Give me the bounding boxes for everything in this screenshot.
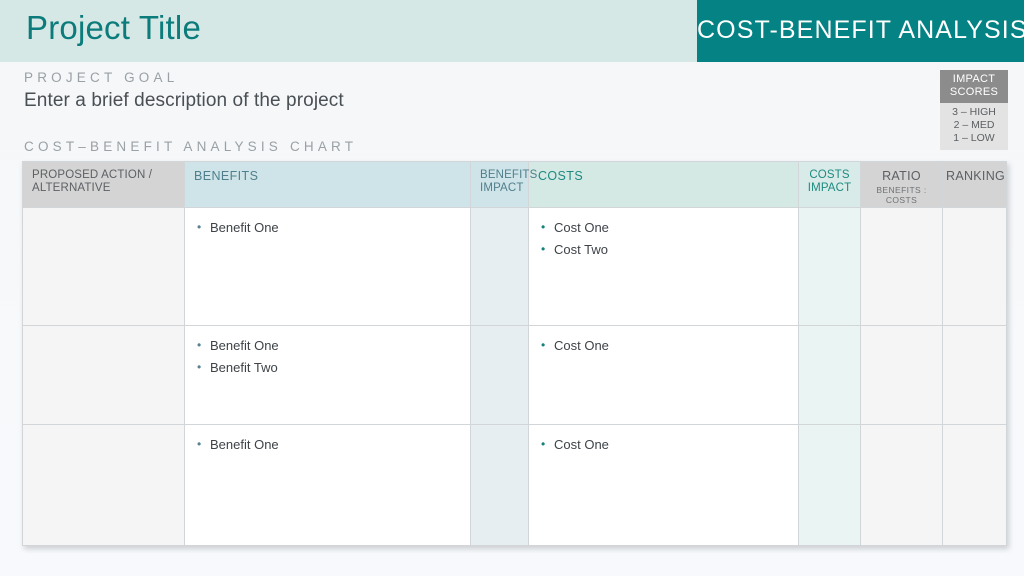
impact-score-low: 1 – LOW	[953, 132, 995, 144]
column-header-ratio[interactable]: RATIO BENEFITS : COSTS	[860, 161, 943, 208]
cell-costs[interactable]: Cost One	[528, 325, 799, 425]
cell-costs-impact[interactable]	[798, 207, 861, 326]
list-item: Benefit One	[197, 216, 460, 239]
cell-costs-impact[interactable]	[798, 325, 861, 425]
cell-ranking[interactable]	[942, 207, 1007, 326]
ratio-header-label: RATIO	[882, 169, 921, 183]
project-goal-label: PROJECT GOAL	[24, 70, 179, 85]
table-row[interactable]: Benefit One Cost One	[22, 424, 1007, 546]
cell-costs[interactable]: Cost One	[528, 424, 799, 546]
costs-header-label: COSTS	[538, 169, 584, 183]
ranking-header-label: RANKING	[946, 169, 1006, 183]
cell-ranking[interactable]	[942, 325, 1007, 425]
list-item: Benefit One	[197, 334, 460, 357]
cell-benefits[interactable]: Benefit One	[184, 207, 471, 326]
impact-scores-legend-header: IMPACT SCORES	[940, 70, 1008, 103]
impact-score-med: 2 – MED	[953, 119, 995, 131]
costs-list: Cost One	[529, 326, 798, 357]
costs-list: Cost One Cost Two	[529, 208, 798, 261]
impact-scores-title-line1: IMPACT	[952, 73, 996, 85]
table-header-row: PROPOSED ACTION / ALTERNATIVE BENEFITS B…	[22, 161, 1007, 208]
column-header-costs[interactable]: COSTS	[528, 161, 799, 208]
list-item: Cost Two	[541, 238, 788, 261]
cell-ratio[interactable]	[860, 424, 943, 546]
column-header-benefits[interactable]: BENEFITS	[184, 161, 471, 208]
cost-benefit-analysis-table[interactable]: PROPOSED ACTION / ALTERNATIVE BENEFITS B…	[22, 161, 1007, 546]
costs-impact-line1: COSTS	[809, 169, 850, 181]
cell-ratio[interactable]	[860, 325, 943, 425]
cell-costs-impact[interactable]	[798, 424, 861, 546]
cell-costs[interactable]: Cost One Cost Two	[528, 207, 799, 326]
slide-canvas: Project Title COST-BENEFIT ANALYSIS PROJ…	[0, 0, 1024, 576]
page-title[interactable]: Project Title	[26, 9, 201, 47]
column-header-benefits-impact[interactable]: BENEFITS IMPACT	[470, 161, 538, 208]
list-item: Cost One	[541, 433, 788, 456]
benefits-list: Benefit One	[185, 425, 470, 456]
proposed-action-line2: ALTERNATIVE	[32, 182, 111, 194]
table-body: Benefit One Cost One Cost Two	[22, 207, 1007, 546]
cell-proposed-action[interactable]	[22, 207, 185, 326]
benefits-impact-line2: IMPACT	[480, 182, 524, 194]
list-item: Cost One	[541, 334, 788, 357]
costs-impact-line2: IMPACT	[807, 182, 852, 194]
impact-score-high: 3 – HIGH	[952, 106, 996, 118]
impact-scores-legend-body: 3 – HIGH 2 – MED 1 – LOW	[940, 103, 1008, 150]
cell-benefits-impact[interactable]	[470, 424, 529, 546]
benefits-impact-line1: BENEFITS	[480, 169, 538, 181]
cell-ratio[interactable]	[860, 207, 943, 326]
table-row[interactable]: Benefit One Benefit Two Cost One	[22, 325, 1007, 425]
column-header-costs-impact[interactable]: COSTS IMPACT	[798, 161, 861, 208]
column-header-proposed-action[interactable]: PROPOSED ACTION / ALTERNATIVE	[22, 161, 185, 208]
list-item: Benefit One	[197, 433, 460, 456]
costs-list: Cost One	[529, 425, 798, 456]
project-goal-text[interactable]: Enter a brief description of the project	[24, 90, 344, 112]
benefits-list: Benefit One	[185, 208, 470, 239]
list-item: Benefit Two	[197, 356, 460, 379]
cell-proposed-action[interactable]	[22, 325, 185, 425]
chart-section-label: COST–BENEFIT ANALYSIS CHART	[24, 139, 358, 154]
benefits-list: Benefit One Benefit Two	[185, 326, 470, 379]
column-header-ranking[interactable]: RANKING	[942, 161, 1007, 208]
proposed-action-line1: PROPOSED ACTION /	[32, 169, 153, 181]
cell-benefits[interactable]: Benefit One	[184, 424, 471, 546]
table-row[interactable]: Benefit One Cost One Cost Two	[22, 207, 1007, 326]
accent-band: COST-BENEFIT ANALYSIS	[697, 0, 1024, 62]
cell-benefits[interactable]: Benefit One Benefit Two	[184, 325, 471, 425]
impact-scores-legend: IMPACT SCORES 3 – HIGH 2 – MED 1 – LOW	[940, 70, 1008, 150]
ratio-header-sublabel: BENEFITS : COSTS	[876, 185, 927, 205]
impact-scores-title-line2: SCORES	[949, 86, 999, 98]
slide-heading: COST-BENEFIT ANALYSIS	[697, 16, 1024, 44]
list-item: Cost One	[541, 216, 788, 239]
cell-benefits-impact[interactable]	[470, 325, 529, 425]
benefits-header-label: BENEFITS	[194, 169, 259, 183]
cell-proposed-action[interactable]	[22, 424, 185, 546]
cell-ranking[interactable]	[942, 424, 1007, 546]
cell-benefits-impact[interactable]	[470, 207, 529, 326]
